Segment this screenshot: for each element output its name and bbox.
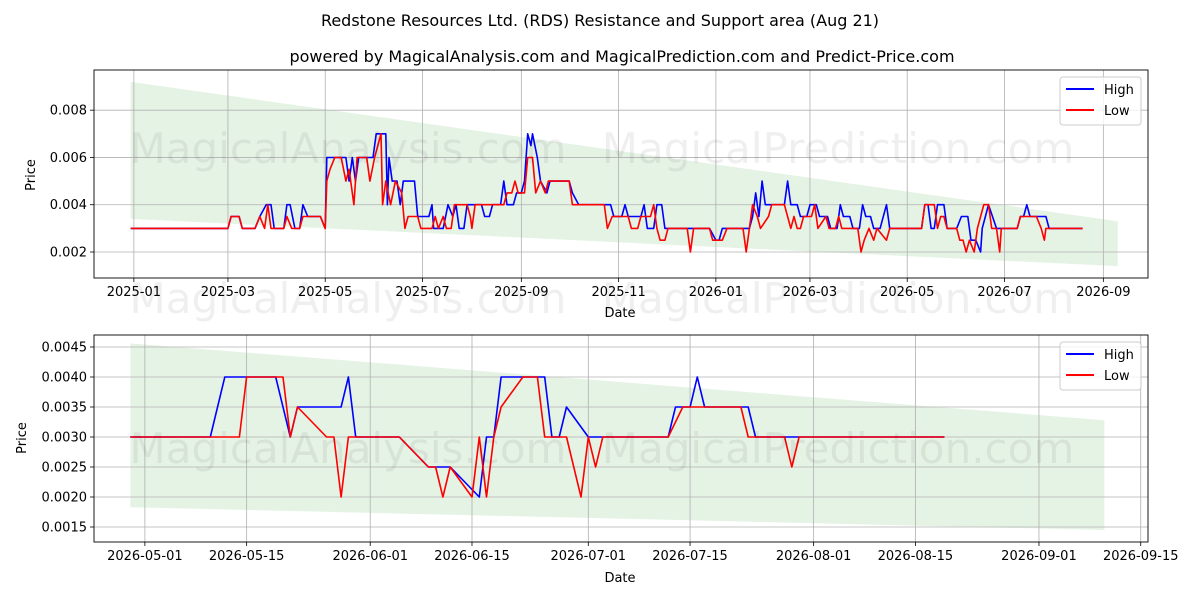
legend: High Low: [1059, 76, 1142, 126]
x-tick-label: 2026-07-15: [652, 549, 728, 564]
watermark-analysis: MagicalAnalysis.com: [130, 274, 567, 323]
y-tick-label: 0.008: [50, 104, 87, 119]
legend-label-low: Low: [1104, 369, 1130, 384]
figure: Redstone Resources Ltd. (RDS) Resistance…: [0, 0, 1200, 600]
y-tick-label: 0.002: [50, 246, 87, 261]
y-tick-label: 0.0030: [42, 431, 88, 446]
legend-label-high: High: [1104, 348, 1134, 363]
y-tick-label: 0.0015: [42, 521, 88, 536]
watermark-analysis: MagicalAnalysis.com: [130, 424, 567, 473]
x-tick-label: 2026-05-01: [107, 549, 183, 564]
x-tick-label: 2026-06-15: [434, 549, 510, 564]
y-tick-label: 0.004: [50, 198, 87, 213]
x-axis-label: Date: [604, 306, 635, 321]
y-tick-label: 0.0020: [42, 491, 88, 506]
y-axis-label: Price: [24, 159, 39, 191]
chart-subtitle: powered by MagicalAnalysis.com and Magic…: [289, 47, 954, 66]
legend: High Low: [1059, 341, 1142, 391]
x-tick-label: 2026-08-01: [776, 549, 852, 564]
chart-title: Redstone Resources Ltd. (RDS) Resistance…: [321, 11, 879, 30]
x-tick-label: 2026-09-01: [1001, 549, 1077, 564]
x-tick-label: 2026-05-15: [209, 549, 285, 564]
watermark-prediction: MagicalPrediction.com: [602, 124, 1075, 173]
x-tick-label: 2026-09: [1076, 285, 1130, 300]
watermark-prediction: MagicalPrediction.com: [602, 274, 1075, 323]
x-tick-label: 2026-06-01: [332, 549, 408, 564]
x-tick-label: 2026-08-15: [878, 549, 954, 564]
y-tick-label: 0.0035: [42, 401, 88, 416]
x-tick-label: 2026-07-01: [551, 549, 627, 564]
watermark-prediction: MagicalPrediction.com: [602, 424, 1075, 473]
x-axis-label: Date: [604, 571, 635, 586]
legend-label-high: High: [1104, 83, 1134, 98]
y-tick-label: 0.0025: [42, 461, 88, 476]
y-tick-label: 0.0045: [42, 341, 88, 356]
legend-label-low: Low: [1104, 104, 1130, 119]
y-axis-label: Price: [15, 422, 30, 454]
x-tick-label: 2026-09-15: [1103, 549, 1179, 564]
y-tick-label: 0.006: [50, 151, 87, 166]
watermark-analysis: MagicalAnalysis.com: [130, 124, 567, 173]
y-tick-label: 0.0040: [42, 371, 88, 386]
